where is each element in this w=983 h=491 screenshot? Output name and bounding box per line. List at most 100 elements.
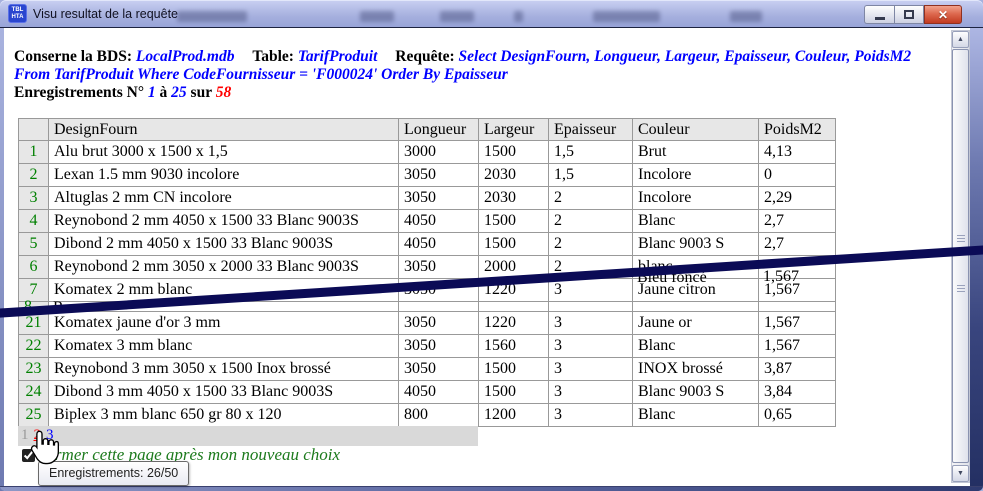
cell-designfourn: Reynobond 3 mm 3050 x 1500 Inox brossé	[49, 358, 399, 381]
window-border-left	[0, 28, 4, 491]
records-of: sur	[191, 84, 212, 101]
hand-cursor-icon	[30, 428, 60, 468]
scroll-up-button[interactable]: ▲	[952, 31, 969, 48]
cell-epaisseur: 3	[549, 404, 633, 427]
cell-largeur: 1500	[479, 381, 549, 404]
cell-couleur: Blanc 9003 S	[633, 381, 759, 404]
cell-epaisseur: 1,5	[549, 141, 633, 164]
table-label: Table:	[252, 48, 294, 65]
cell-epaisseur: 2	[549, 233, 633, 256]
background-ghost-text	[730, 11, 762, 22]
thumb-grip-icon	[957, 235, 965, 243]
pagination-bar: 123	[18, 426, 478, 446]
table-row: 25 Biplex 3 mm blanc 650 gr 80 x 120 800…	[19, 404, 836, 427]
page-link-1[interactable]: 1	[21, 427, 29, 443]
table-row: 1 Alu brut 3000 x 1500 x 1,5 3000 1500 1…	[19, 141, 836, 164]
scroll-down-button[interactable]: ▼	[952, 465, 969, 482]
close-icon: ✕	[938, 8, 948, 22]
row-number: 24	[19, 381, 49, 404]
query-value-line2: From TarifProduit Where CodeFournisseur …	[14, 66, 508, 83]
records-line: Enregistrements N° 1 à 25 sur 58	[14, 84, 944, 102]
background-ghost-text	[514, 11, 523, 22]
cell-designfourn: Komatex 3 mm blanc	[49, 335, 399, 358]
cell-largeur: 1200	[479, 404, 549, 427]
cell-poidsm2: 3,87	[759, 358, 836, 381]
records-joiner: à	[160, 84, 168, 101]
cell-largeur: 1500	[479, 233, 549, 256]
cell-longueur: 3050	[399, 256, 479, 279]
cell-couleur: Blanc 9003 S	[633, 233, 759, 256]
titlebar[interactable]: TBL HTA Visu resultat de la requête	[0, 0, 983, 28]
cell-couleur: Incolore	[633, 187, 759, 210]
cell-longueur	[399, 302, 479, 312]
query-info: Conserne la BDS: LocalProd.mdb Table: Ta…	[14, 48, 944, 102]
records-label: Enregistrements N°	[14, 84, 144, 101]
col-header-longueur: Longueur	[399, 119, 479, 141]
cell-epaisseur: 3	[549, 279, 633, 302]
table-row: 2 Lexan 1.5 mm 9030 incolore 3050 2030 1…	[19, 164, 836, 187]
result-table: DesignFourn Longueur Largeur Epaisseur C…	[18, 118, 836, 427]
background-ghost-text	[593, 11, 660, 22]
col-header-largeur: Largeur	[479, 119, 549, 141]
cell-poidsm2: 2,29	[759, 187, 836, 210]
table-row: 22 Komatex 3 mm blanc 3050 1560 3 Blanc …	[19, 335, 836, 358]
cell-longueur: 3000	[399, 141, 479, 164]
background-ghost-text	[360, 11, 394, 22]
cell-designfourn: Alu brut 3000 x 1500 x 1,5	[49, 141, 399, 164]
cell-longueur: 3050	[399, 164, 479, 187]
close-button[interactable]: ✕	[924, 5, 962, 24]
cell-longueur: 4050	[399, 210, 479, 233]
col-header-couleur: Couleur	[633, 119, 759, 141]
window-title: Visu resultat de la requête	[33, 7, 178, 21]
cell-poidsm2: 2,7	[759, 233, 836, 256]
cell-couleur	[633, 302, 759, 312]
query-value-line1: Select DesignFourn, Longueur, Largeur, E…	[459, 48, 912, 65]
cell-poidsm2: 0,65	[759, 404, 836, 427]
cell-epaisseur: 3	[549, 312, 633, 335]
records-total: 58	[216, 84, 232, 101]
row-number: 7	[19, 279, 49, 302]
table-value: TarifProduit	[298, 48, 378, 65]
table-row: 4 Reynobond 2 mm 4050 x 1500 33 Blanc 90…	[19, 210, 836, 233]
row-number: 5	[19, 233, 49, 256]
cell-largeur: 2030	[479, 164, 549, 187]
records-to: 25	[171, 84, 187, 101]
cell-couleur: Blanc	[633, 210, 759, 233]
cell-epaisseur: 2	[549, 187, 633, 210]
records-from: 1	[148, 84, 156, 101]
row-number: 3	[19, 187, 49, 210]
app-icon: TBL HTA	[8, 4, 27, 23]
cell-epaisseur: 2	[549, 210, 633, 233]
background-ghost-text	[440, 11, 474, 22]
cell-designfourn: Altuglas 2 mm CN incolore	[49, 187, 399, 210]
col-header-designfourn: DesignFourn	[49, 119, 399, 141]
cell-longueur: 4050	[399, 233, 479, 256]
table-header-row: DesignFourn Longueur Largeur Epaisseur C…	[19, 119, 836, 141]
cell-couleur: Blanc	[633, 335, 759, 358]
cell-designfourn: Lexan 1.5 mm 9030 incolore	[49, 164, 399, 187]
row-number: 4	[19, 210, 49, 233]
cell-epaisseur: 1,5	[549, 164, 633, 187]
cell-poidsm2: 3,84	[759, 381, 836, 404]
cell-longueur: 3050	[399, 312, 479, 335]
vertical-scrollbar[interactable]: ▲ ▼	[951, 30, 970, 483]
cell-largeur: 1500	[479, 358, 549, 381]
query-label: Requête:	[395, 48, 454, 65]
cell-longueur: 3050	[399, 358, 479, 381]
cell-longueur: 800	[399, 404, 479, 427]
row-number: 6	[19, 256, 49, 279]
app-icon-text-bottom: HTA	[9, 14, 26, 21]
cell-largeur: 2030	[479, 187, 549, 210]
cell-largeur: 1220	[479, 312, 549, 335]
cell-designfourn: Reynobond 2 mm 3050 x 2000 33 Blanc 9003…	[49, 256, 399, 279]
maximize-icon	[904, 10, 914, 19]
cell-couleur: Brut	[633, 141, 759, 164]
cell-largeur: 1560	[479, 335, 549, 358]
minimize-button[interactable]	[864, 5, 894, 24]
table-row: 21 Komatex jaune d'or 3 mm 3050 1220 3 J…	[19, 312, 836, 335]
maximize-button[interactable]	[894, 5, 924, 24]
background-ghost-text	[177, 11, 247, 22]
seam-fragment-poids: 1,567	[763, 268, 799, 286]
cell-designfourn: Dibond 2 mm 4050 x 1500 33 Blanc 9003S	[49, 233, 399, 256]
cell-designfourn: Komatex jaune d'or 3 mm	[49, 312, 399, 335]
